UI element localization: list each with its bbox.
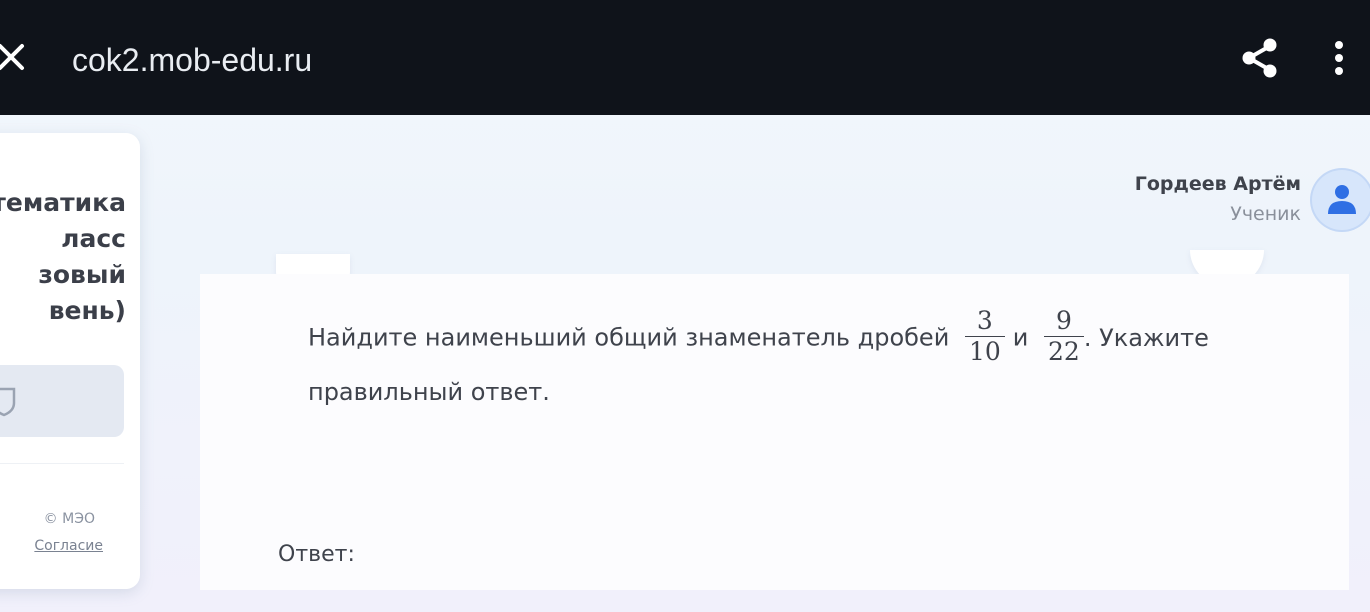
agreement-link[interactable]: Согласие: [0, 538, 103, 554]
shield-icon: [0, 387, 16, 417]
question-text: Найдите наименьший общий знаменатель дро…: [308, 306, 1228, 416]
share-button[interactable]: [1238, 36, 1282, 80]
user-role: Ученик: [1230, 203, 1301, 225]
answer-label: Ответ:: [278, 542, 355, 567]
sidebar-divider: [0, 463, 124, 464]
user-avatar-icon: [1328, 185, 1356, 214]
fraction-1-numerator: 3: [964, 306, 1005, 337]
sidebar-action-button[interactable]: [0, 365, 124, 437]
close-icon: [0, 44, 24, 70]
more-vertical-icon: [1335, 41, 1343, 75]
fraction-2-numerator: 9: [1044, 306, 1084, 337]
fraction-1-denominator: 10: [968, 337, 1001, 366]
fraction-2: 9 22: [1044, 306, 1084, 367]
course-sidebar: тематика ласс зовый вень) © МЭО Согласие: [0, 133, 140, 589]
more-options-button[interactable]: [1326, 38, 1352, 78]
fraction-2-denominator: 22: [1048, 337, 1080, 366]
question-card: Найдите наименьший общий знаменатель дро…: [200, 274, 1349, 590]
close-button[interactable]: [0, 38, 32, 78]
course-title: тематика ласс зовый вень): [0, 188, 126, 325]
share-icon: [1242, 38, 1277, 78]
browser-top-bar: cok2.mob-edu.ru: [0, 0, 1370, 115]
copyright-text: © МЭО: [43, 511, 95, 527]
question-text-before: Найдите наименьший общий знаменатель дро…: [308, 323, 950, 352]
user-name: Гордеев Артём: [1134, 173, 1301, 195]
url-text[interactable]: cok2.mob-edu.ru: [72, 40, 312, 80]
fraction-1: 3 10: [964, 306, 1005, 367]
avatar[interactable]: [1312, 170, 1370, 230]
question-conjunction: и: [1012, 323, 1029, 352]
